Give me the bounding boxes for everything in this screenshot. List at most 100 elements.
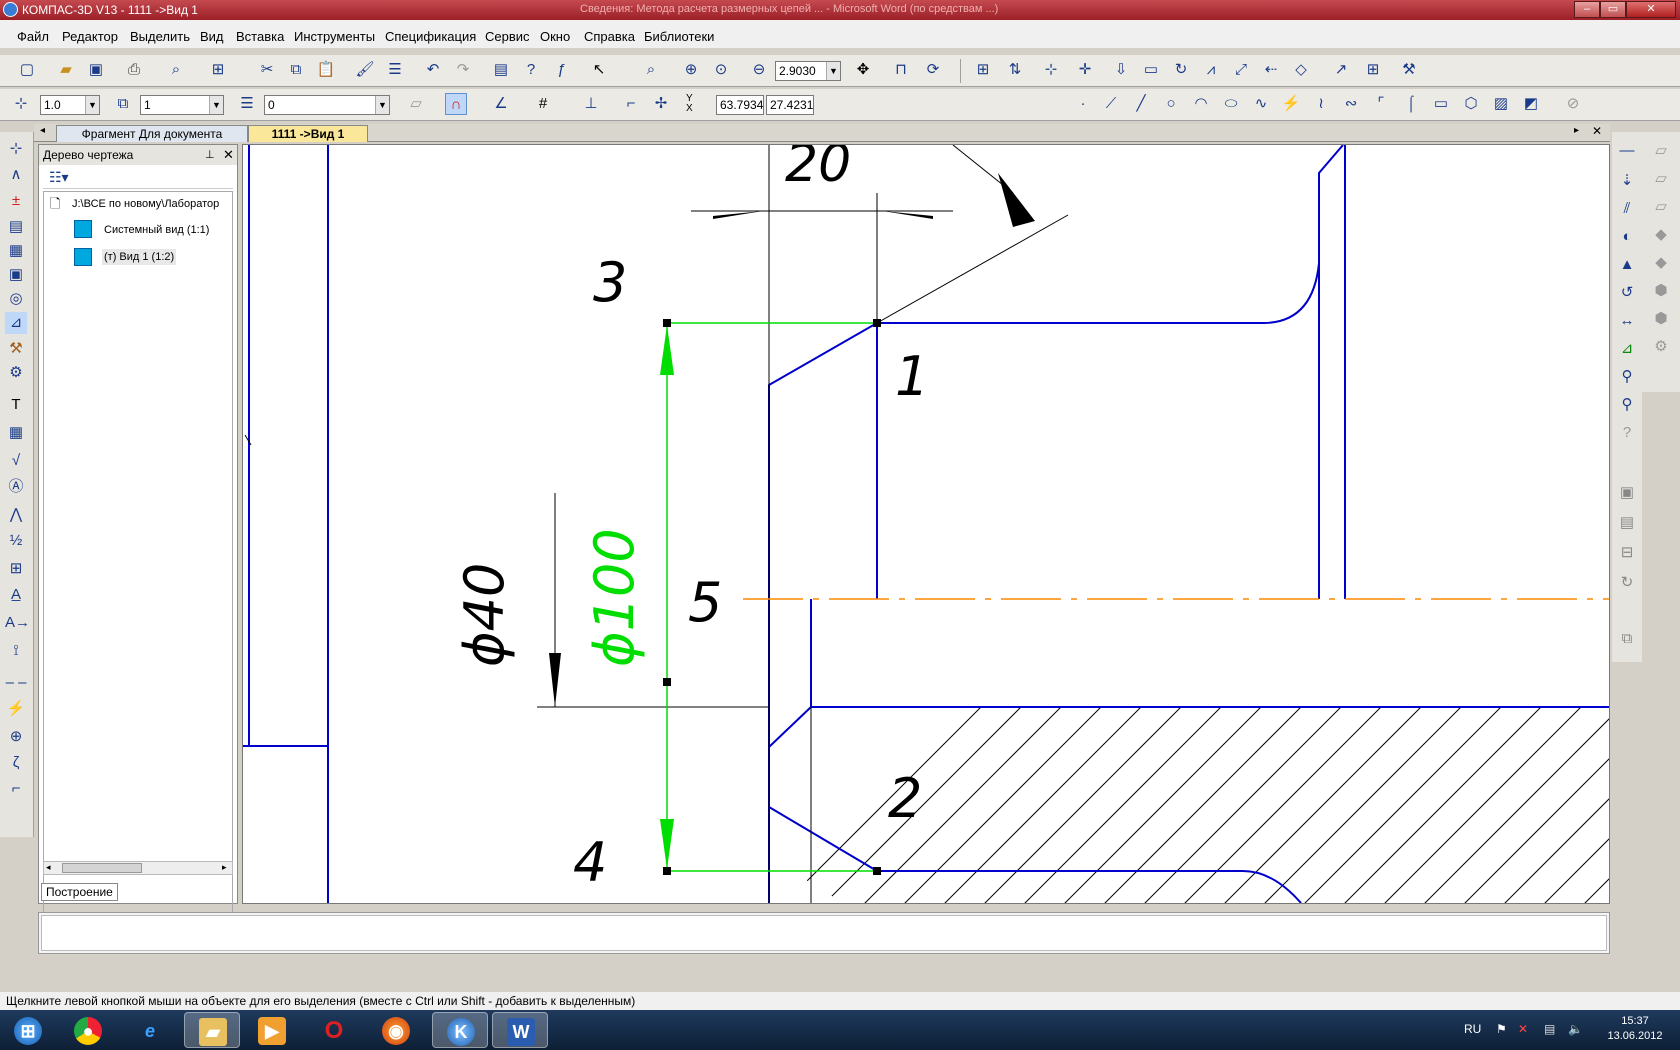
base-icon[interactable]: Ⓐ: [5, 476, 27, 498]
taskbar-kompas[interactable]: K: [432, 1012, 488, 1048]
rectangle-icon[interactable]: ▭: [1430, 93, 1452, 115]
layout-icon[interactable]: ⊞: [1362, 59, 1384, 81]
print-icon[interactable]: ⎙: [123, 59, 145, 81]
associative-views-icon[interactable]: ⊿: [5, 312, 27, 334]
undo-icon[interactable]: ↶: [422, 59, 444, 81]
lightning-tool-icon[interactable]: ⚡: [5, 698, 27, 720]
menu-insert[interactable]: Вставка: [236, 29, 284, 44]
geometry-icon[interactable]: ⊹: [5, 138, 27, 160]
angle-icon[interactable]: ↺: [1616, 282, 1638, 304]
snap-magnet-icon[interactable]: ∩: [445, 93, 467, 115]
mirror-icon[interactable]: ⩘: [1200, 59, 1222, 81]
grid-snap-icon[interactable]: ⊓: [890, 59, 912, 81]
scale-icon[interactable]: ⤢: [1230, 59, 1252, 81]
language-indicator[interactable]: RU: [1464, 1022, 1481, 1036]
tree-hscrollbar[interactable]: ◂ ▸: [43, 861, 233, 875]
segment-icon[interactable]: ╱: [1130, 93, 1152, 115]
start-button[interactable]: ⊞: [0, 1012, 56, 1048]
menu-tools[interactable]: Инструменты: [294, 29, 375, 44]
pin2-icon[interactable]: ⚲: [1616, 394, 1638, 416]
print-preview-icon[interactable]: ⌕: [165, 59, 187, 81]
network-icon[interactable]: ✕: [1518, 1022, 1528, 1036]
gear-icon[interactable]: ⚙: [1650, 336, 1672, 358]
view-tool4-icon[interactable]: ↻: [1616, 572, 1638, 594]
align-points-icon[interactable]: ⊿: [1616, 338, 1638, 360]
pan-icon[interactable]: ✥: [852, 59, 874, 81]
menu-libraries[interactable]: Библиотеки: [644, 29, 714, 44]
contour-icon[interactable]: ⬡: [1460, 93, 1482, 115]
horizontal-icon[interactable]: —: [1616, 140, 1638, 162]
export-icon[interactable]: ↗: [1330, 59, 1352, 81]
scroll-thumb[interactable]: [62, 863, 142, 873]
tray-clock[interactable]: 15:37 13.06.2012: [1600, 1014, 1670, 1044]
text-icon[interactable]: T: [5, 394, 27, 416]
edit-points-icon[interactable]: ⊹: [1040, 59, 1062, 81]
coord-x-field[interactable]: 63.7934: [716, 95, 764, 115]
menu-help[interactable]: Справка: [584, 29, 635, 44]
dimension-icon[interactable]: ⊞: [972, 59, 994, 81]
taskbar-media[interactable]: ▶: [244, 1012, 300, 1048]
pin-icon[interactable]: ⚲: [1616, 366, 1638, 388]
orthogonal-icon[interactable]: ▱: [405, 93, 427, 115]
view-tool3-icon[interactable]: ⊟: [1616, 542, 1638, 564]
close-button[interactable]: ✕: [1626, 1, 1676, 18]
fix-point-icon[interactable]: ▲: [1616, 254, 1638, 276]
bezier-icon[interactable]: ≀: [1310, 93, 1332, 115]
paste-icon[interactable]: 📋: [315, 59, 337, 81]
split-icon[interactable]: ⇠: [1260, 59, 1282, 81]
break-icon[interactable]: ζ: [5, 752, 27, 774]
fix-size-icon[interactable]: ↔: [1616, 310, 1638, 332]
property-field[interactable]: [41, 915, 1607, 951]
taskbar-opera[interactable]: O: [306, 1012, 362, 1048]
dimensions-icon[interactable]: ∧: [5, 164, 27, 186]
close-panel-icon[interactable]: ✕: [223, 147, 234, 163]
frame-tool-icon[interactable]: ⊞: [5, 558, 27, 580]
tree-mode-icon[interactable]: ☷▾: [49, 169, 69, 186]
frame-icon[interactable]: ▭: [1140, 59, 1162, 81]
arc-icon[interactable]: ◠: [1190, 93, 1212, 115]
refresh-icon[interactable]: ⟳: [922, 59, 944, 81]
menu-window[interactable]: Окно: [540, 29, 570, 44]
plane3-icon[interactable]: ▱: [1650, 196, 1672, 218]
hatch-icon[interactable]: ▨: [1490, 93, 1512, 115]
plane2-icon[interactable]: ▱: [1650, 168, 1672, 190]
tree-root[interactable]: J:\ВСЕ по новому\Лаборатор: [72, 198, 232, 210]
maximize-button[interactable]: ▭: [1600, 1, 1626, 18]
zoom-window-icon[interactable]: ⌕: [640, 59, 662, 81]
menu-specification[interactable]: Спецификация: [385, 29, 476, 44]
scroll-left-icon[interactable]: ◂: [46, 862, 51, 873]
prism-icon[interactable]: ◆: [1650, 224, 1672, 246]
measure-icon[interactable]: ▣: [5, 264, 27, 286]
diamond-icon[interactable]: ◇: [1290, 59, 1312, 81]
tools-icon[interactable]: ⚒: [1398, 59, 1420, 81]
fillet-icon[interactable]: ⌠: [1400, 93, 1422, 115]
chamfer-icon[interactable]: ⌜: [1370, 93, 1392, 115]
flag-icon[interactable]: ⚑: [1496, 1022, 1507, 1036]
volume-icon[interactable]: 🔈: [1568, 1022, 1583, 1036]
nurbs-icon[interactable]: ∾: [1340, 93, 1362, 115]
solid-icon[interactable]: ⬢: [1650, 280, 1672, 302]
axis-icon[interactable]: – –: [5, 672, 27, 694]
center-mark-icon[interactable]: ⊕: [5, 726, 27, 748]
parametrization-icon[interactable]: ▦: [5, 240, 27, 262]
drawing-canvas[interactable]: 20 3 1 5 2 4 ϕ40 ϕ100: [242, 134, 1610, 904]
select-icon[interactable]: ◎: [5, 288, 27, 310]
view-tool2-icon[interactable]: ▤: [1616, 512, 1638, 534]
zoom-all-icon[interactable]: ⊙: [710, 59, 732, 81]
tab-view1[interactable]: 1111 ->Вид 1: [248, 125, 368, 142]
minimize-button[interactable]: –: [1574, 1, 1600, 18]
menu-edit[interactable]: Редактор: [62, 29, 118, 44]
round-icon[interactable]: ∠: [490, 93, 512, 115]
view-tool5-icon[interactable]: ⧉: [1616, 628, 1638, 650]
properties-icon[interactable]: ☰: [384, 59, 406, 81]
solid2-icon[interactable]: ⬢: [1650, 308, 1672, 330]
tray-icon[interactable]: ▤: [1544, 1022, 1555, 1036]
cut-icon[interactable]: ✂: [256, 59, 278, 81]
new-document-icon[interactable]: ▢: [16, 59, 38, 81]
arrow-view-icon[interactable]: A→: [5, 612, 30, 634]
leader-icon[interactable]: ⋀: [5, 504, 27, 526]
taskbar-ie[interactable]: e: [122, 1012, 178, 1048]
tangent-icon[interactable]: ◐: [1616, 226, 1638, 248]
cut-line-icon[interactable]: ⟟: [5, 640, 27, 662]
help-manager-icon[interactable]: ?: [520, 59, 542, 81]
